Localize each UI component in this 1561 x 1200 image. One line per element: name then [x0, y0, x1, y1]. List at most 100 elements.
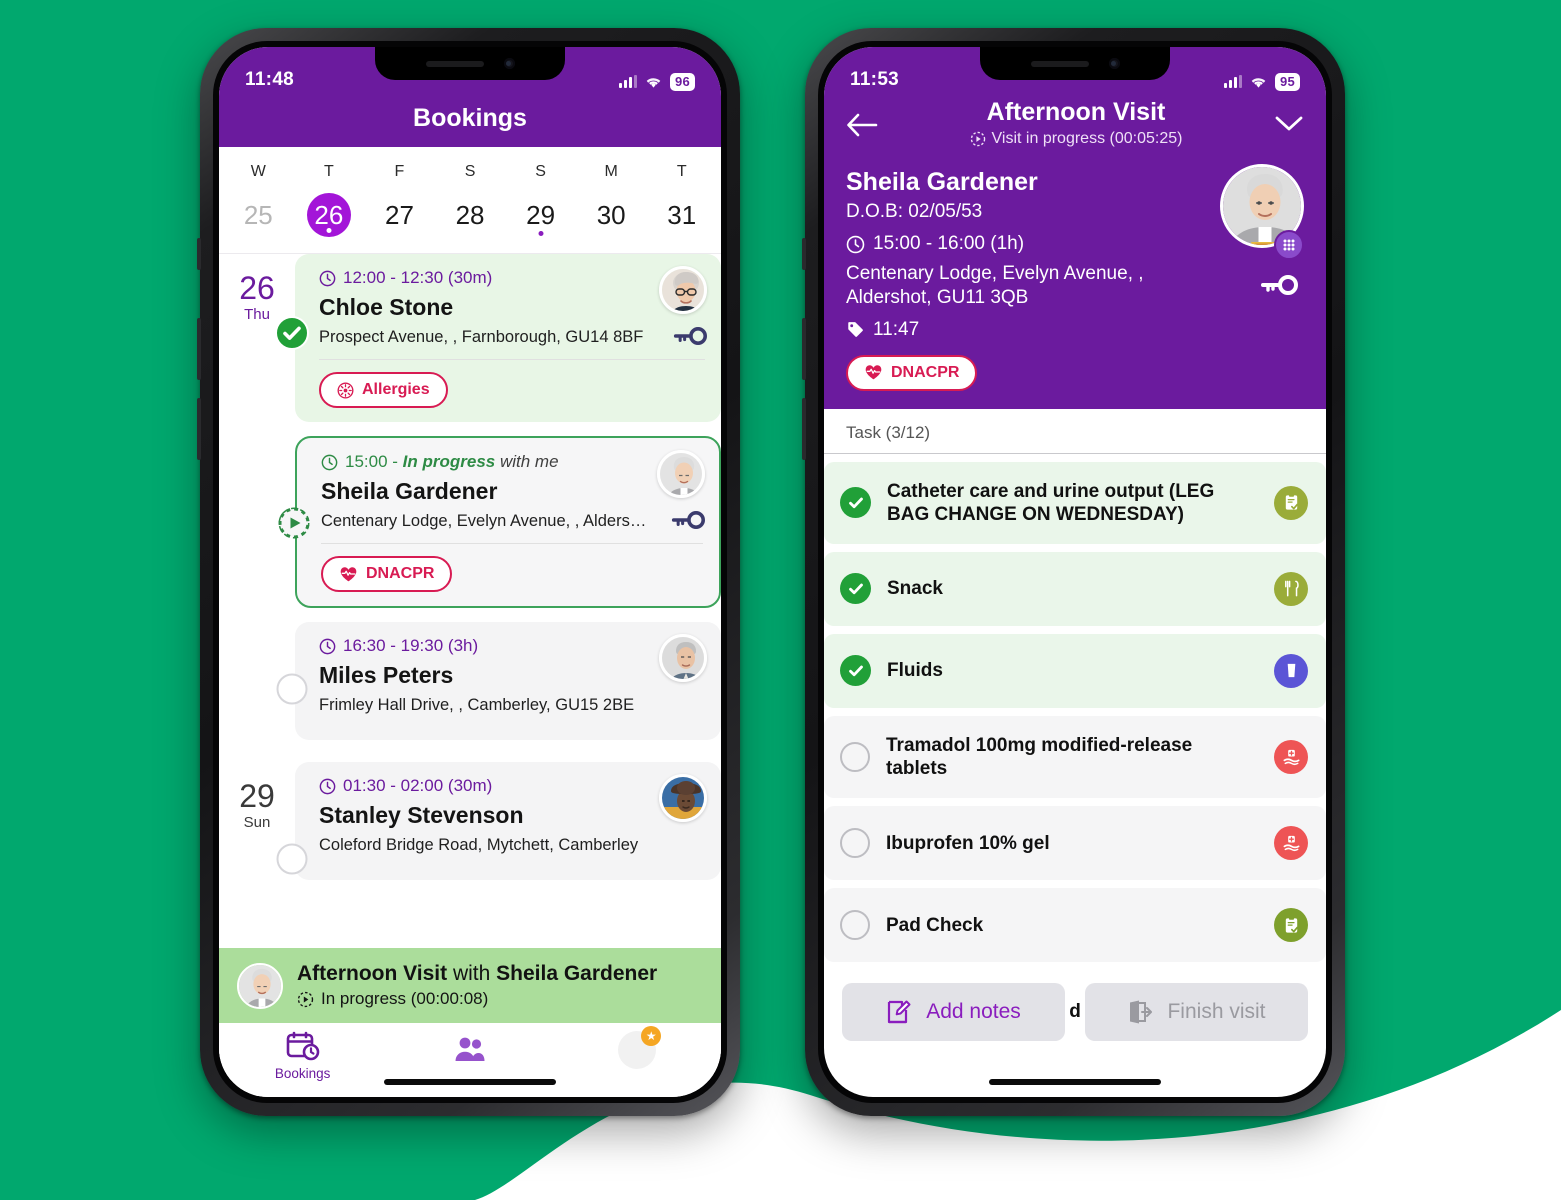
visit-time: 15:00 - 16:00 (1h): [873, 233, 1025, 254]
finish-visit-button[interactable]: Finish visit: [1085, 983, 1308, 1041]
status-badge-dnacpr[interactable]: DNACPR: [321, 556, 453, 592]
event-dot: [326, 228, 332, 233]
task-row[interactable]: Ibuprofen 10% gel: [824, 806, 1326, 881]
task-checkbox-unchecked[interactable]: [840, 742, 870, 773]
status-in-progress-icon: [277, 506, 311, 540]
tab-people[interactable]: [386, 1031, 553, 1067]
task-label: Catheter care and urine output (LEG BAG …: [887, 480, 1215, 525]
notch: [375, 47, 565, 80]
task-row[interactable]: Snack: [824, 551, 1326, 626]
action-divider-text: d: [1069, 1001, 1081, 1022]
allergy-icon: [337, 382, 354, 398]
keypad-grid-icon[interactable]: [1274, 230, 1304, 260]
phone2-screen: 11:53 95 Afternoon Visit Visit in progre…: [824, 47, 1326, 1097]
day-group-29: 29 Sun 01:30 - 02:00 (30m) Stanley Steve…: [219, 762, 721, 894]
key-icon: [1260, 274, 1298, 296]
home-indicator[interactable]: [989, 1079, 1161, 1085]
edit-note-icon: [888, 1000, 911, 1024]
day-number: 26: [239, 270, 275, 306]
avatar: [659, 266, 707, 314]
week-day-27[interactable]: 27: [364, 193, 435, 237]
nav-row: Afternoon Visit Visit in progress (00:05…: [846, 94, 1304, 148]
task-row[interactable]: Catheter care and urine output (LEG BAG …: [824, 461, 1326, 544]
home-indicator[interactable]: [384, 1079, 556, 1085]
visit-tag-time: 11:47: [873, 318, 920, 340]
booking-client-name: Chloe Stone: [319, 294, 454, 320]
visit-tag-row: 11:47: [846, 319, 1304, 341]
visit-progress-row: Visit in progress (00:05:25): [878, 130, 1274, 148]
task-row[interactable]: Tramadol 100mg modified-release tablets: [824, 715, 1326, 799]
task-list[interactable]: Catheter care and urine output (LEG BAG …: [824, 453, 1326, 974]
status-badge-allergies[interactable]: Allergies: [319, 372, 448, 408]
phone2-header: 11:53 95 Afternoon Visit Visit in progre…: [824, 47, 1326, 409]
clock-icon: [321, 454, 338, 470]
task-checkbox-checked[interactable]: [840, 655, 871, 687]
booking-card-chloe-stone[interactable]: 12:00 - 12:30 (30m) Chloe Stone Prospect…: [275, 254, 721, 422]
status-time: 11:53: [850, 69, 900, 90]
task-checkbox-checked[interactable]: [840, 573, 871, 605]
task-checkbox-unchecked[interactable]: [840, 910, 870, 941]
clock-icon: [319, 270, 336, 286]
dow-label: T: [676, 163, 687, 180]
play-timer-icon: [970, 131, 985, 147]
booking-time-row: 16:30 - 19:30 (3h): [319, 636, 705, 656]
cellular-bars-icon: [1223, 75, 1242, 89]
heart-pulse-icon: [340, 566, 357, 581]
chevron-down-icon: [1275, 116, 1303, 131]
star-badge-icon: ★: [641, 1026, 662, 1046]
event-dot: [538, 231, 544, 236]
task-row[interactable]: Pad Check: [824, 888, 1326, 963]
date-number: 30: [596, 199, 626, 230]
notch: [980, 47, 1170, 80]
task-checkbox-checked[interactable]: [840, 487, 871, 519]
front-camera: [1108, 58, 1120, 69]
booking-card-miles-peters[interactable]: 16:30 - 19:30 (3h) Miles Peters Frimley …: [276, 622, 721, 740]
dow-label: T: [323, 163, 334, 180]
dow-label: S: [464, 163, 476, 180]
phone-bookings: 11:48 96 Bookings W T F S S M T 25 26 27…: [197, 28, 740, 1116]
week-day-31[interactable]: 31: [646, 193, 717, 237]
week-strip: W T F S S M T 25 26 27 28 29 30 31: [219, 147, 721, 254]
add-notes-button[interactable]: Add notes: [842, 983, 1065, 1041]
booking-time-row: 12:00 - 12:30 (30m): [319, 268, 705, 288]
play-timer-icon: [297, 991, 314, 1007]
task-label: Pad Check: [886, 914, 984, 936]
status-complete-icon: [275, 316, 309, 350]
clock-icon: [319, 638, 336, 654]
week-day-29[interactable]: 29: [505, 193, 576, 237]
back-button[interactable]: [846, 98, 878, 138]
ongoing-visit-bar[interactable]: Afternoon Visit with Sheila Gardener In …: [219, 948, 721, 1023]
tab-bookings[interactable]: Bookings: [219, 1031, 386, 1081]
ongoing-visit-type: Afternoon Visit: [297, 962, 448, 985]
booking-client-name: Stanley Stevenson: [319, 802, 524, 828]
wifi-icon: [646, 78, 661, 88]
phone-visit-detail: 11:53 95 Afternoon Visit Visit in progre…: [802, 28, 1345, 1116]
bottom-tab-bar: Bookings ★: [219, 1023, 721, 1097]
task-section-header: Task (3/12): [824, 408, 1326, 454]
week-day-25[interactable]: 25: [223, 193, 294, 237]
dow-label: W: [250, 163, 266, 180]
date-number: 27: [384, 199, 414, 230]
status-badge-dnacpr[interactable]: DNACPR: [846, 354, 978, 391]
wifi-icon: [1251, 78, 1266, 88]
tab-label: Bookings: [274, 1066, 331, 1081]
week-date-row: 25 26 27 28 29 30 31: [223, 193, 717, 237]
earpiece-speaker: [1030, 60, 1089, 67]
cutlery-icon: [1274, 571, 1308, 606]
dow-label: F: [394, 163, 405, 180]
exit-door-icon: [1130, 1000, 1153, 1024]
arrow-left-icon: [847, 113, 878, 137]
divider: [321, 543, 703, 544]
booking-card-stanley-stevenson[interactable]: 01:30 - 02:00 (30m) Stanley Stevenson Co…: [276, 762, 721, 880]
collapse-button[interactable]: [1274, 98, 1304, 134]
page-title: Afternoon Visit: [986, 98, 1166, 126]
task-row[interactable]: Fluids: [824, 633, 1326, 708]
week-day-26[interactable]: 26: [294, 193, 365, 237]
week-day-28[interactable]: 28: [435, 193, 506, 237]
week-day-30[interactable]: 30: [576, 193, 647, 237]
booking-address: Coleford Bridge Road, Mytchett, Camberle…: [319, 836, 639, 854]
tab-profile[interactable]: ★: [554, 1026, 721, 1072]
task-checkbox-unchecked[interactable]: [840, 828, 870, 859]
booking-card-sheila-gardener[interactable]: 15:00 - In progress with me Sheila Garde…: [278, 436, 721, 608]
battery-indicator: 95: [1274, 72, 1300, 91]
